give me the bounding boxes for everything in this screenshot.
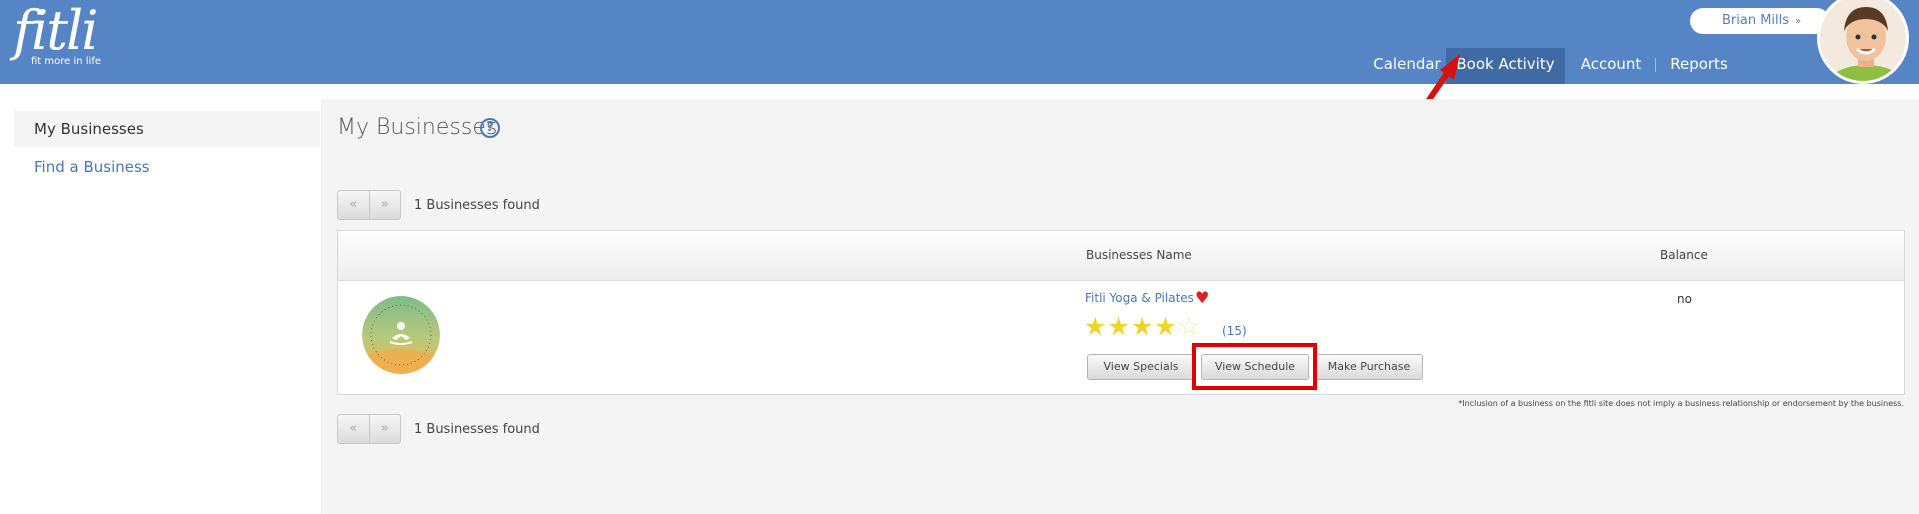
businesses-table: Businesses Name Balance Fitli Yoga & Pil…	[337, 230, 1905, 395]
make-purchase-button[interactable]: Make Purchase	[1315, 354, 1423, 380]
star-empty-icon: ☆	[1177, 312, 1202, 341]
view-specials-button[interactable]: View Specials	[1087, 354, 1195, 380]
user-name: Brian Mills	[1722, 13, 1790, 28]
pager-top: « »	[337, 190, 401, 220]
highlight-annotation	[1192, 343, 1317, 390]
business-name-link[interactable]: Fitli Yoga & Pilates	[1085, 291, 1194, 305]
star-icon: ★	[1107, 312, 1131, 341]
nav-divider	[1655, 58, 1656, 72]
nav-reports[interactable]: Reports	[1664, 48, 1734, 84]
yoga-logo-icon	[362, 296, 440, 374]
fitli-logo[interactable]: fitli fit more in life	[13, 0, 101, 67]
pager-bottom: « »	[337, 414, 401, 444]
heart-icon[interactable]: ♥	[1195, 290, 1209, 306]
sidebar-item-find-a-business[interactable]: Find a Business	[14, 149, 320, 185]
nav-account[interactable]: Account	[1574, 48, 1648, 84]
chevron-down-icon: »	[1795, 16, 1802, 27]
results-count-bottom: 1 Businesses found	[414, 422, 540, 437]
results-count-top: 1 Businesses found	[414, 198, 540, 213]
pager-next-button[interactable]: »	[370, 415, 401, 443]
star-icon: ★	[1084, 312, 1108, 341]
rating-count-link[interactable]: (15)	[1222, 324, 1247, 338]
star-icon: ★	[1130, 312, 1155, 341]
sidebar-item-my-businesses[interactable]: My Businesses	[14, 111, 320, 147]
user-menu[interactable]: Brian Mills »	[1690, 8, 1830, 34]
rating-stars: ★★★★☆	[1084, 313, 1201, 341]
table-header: Businesses Name Balance	[338, 231, 1904, 281]
disclaimer-text: *Inclusion of a business on the fitli si…	[1458, 399, 1904, 408]
balance-value: no	[1677, 292, 1692, 306]
page-title: My Businesses	[337, 115, 498, 140]
logo-wordmark: fitli	[13, 0, 98, 62]
pager-prev-button[interactable]: «	[338, 191, 370, 219]
pager-prev-button[interactable]: «	[338, 415, 370, 443]
business-logo[interactable]	[362, 296, 440, 374]
star-icon: ★	[1154, 312, 1178, 341]
column-header-name: Businesses Name	[1086, 248, 1192, 262]
column-header-balance: Balance	[1660, 248, 1708, 262]
logo-tagline: fit more in life	[31, 56, 102, 67]
help-circle-icon[interactable]: ?	[480, 118, 500, 138]
pager-next-button[interactable]: »	[370, 191, 401, 219]
